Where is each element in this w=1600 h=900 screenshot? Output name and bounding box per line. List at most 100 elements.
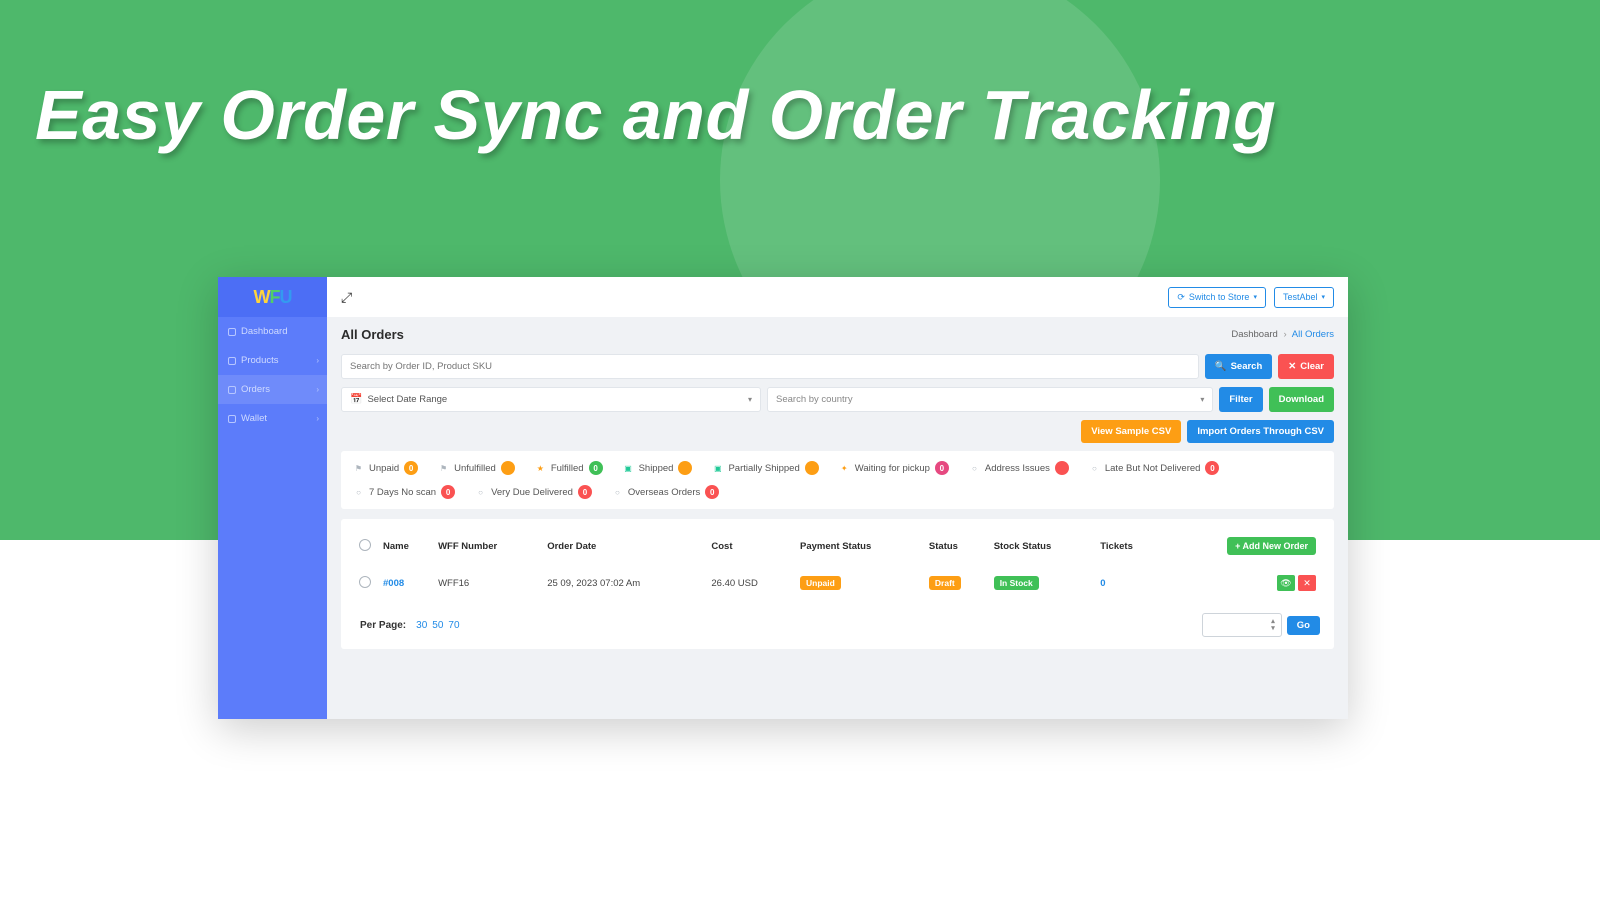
per-page-options: Per Page:305070 — [355, 620, 460, 631]
status-count-badge: 0 — [935, 461, 949, 475]
status-count-badge: 0 — [441, 485, 455, 499]
hero-title: Easy Order Sync and Order Tracking — [35, 75, 1276, 155]
search-button[interactable]: 🔍Search — [1205, 354, 1273, 379]
chevron-down-icon: ▾ — [1200, 395, 1204, 404]
status-label: Shipped — [639, 463, 674, 474]
clear-button[interactable]: ✕Clear — [1278, 354, 1334, 379]
sidebar-item-label: Products — [241, 355, 279, 366]
truck-icon: ▣ — [712, 463, 723, 474]
tickets-link[interactable]: 0 — [1100, 578, 1105, 589]
status-filter-fulfilled[interactable]: ★Fulfilled0 — [535, 461, 603, 475]
sidebar-item-orders[interactable]: Orders › — [218, 375, 327, 404]
col-tickets: Tickets — [1096, 531, 1162, 567]
topbar: ⤢ ⟳ Switch to Store ▾ TestAbel ▾ — [327, 277, 1348, 317]
circle-icon: ○ — [353, 487, 364, 498]
status-filter-overseas-orders[interactable]: ○Overseas Orders0 — [612, 485, 719, 499]
sidebar-item-label: Wallet — [241, 413, 267, 424]
status-filter-7-days-no-scan[interactable]: ○ 7 Days No scan 0 — [353, 485, 455, 499]
cell-date: 25 09, 2023 07:02 Am — [543, 567, 707, 599]
status-label: Unpaid — [369, 463, 399, 474]
per-page-30[interactable]: 30 — [416, 620, 427, 631]
per-page-50[interactable]: 50 — [432, 620, 443, 631]
cell-cost: 26.40 USD — [707, 567, 796, 599]
row-checkbox[interactable] — [359, 576, 371, 588]
select-all-checkbox[interactable] — [359, 539, 371, 551]
fullscreen-icon[interactable]: ⤢ — [341, 289, 352, 306]
nav-icon — [228, 415, 236, 423]
per-page-70[interactable]: 70 — [448, 620, 459, 631]
status-label: 7 Days No scan — [369, 487, 436, 498]
status-filter-unpaid[interactable]: ⚑Unpaid0 — [353, 461, 418, 475]
switch-store-button[interactable]: ⟳ Switch to Store ▾ — [1168, 287, 1266, 308]
add-new-order-button[interactable]: + Add New Order — [1227, 537, 1316, 555]
go-button[interactable]: Go — [1287, 616, 1320, 635]
orders-table-panel: Name WFF Number Order Date Cost Payment … — [341, 519, 1334, 649]
app-window: WFU Dashboard Products› Orders › Wallet› ⤢ ⟳… — [218, 277, 1348, 719]
country-select[interactable]: Search by country ▾ — [767, 387, 1213, 412]
sidebar-item-dashboard[interactable]: Dashboard — [218, 317, 327, 346]
status-label: Unfulfilled — [454, 463, 496, 474]
circle-icon: ○ — [475, 487, 486, 498]
chevron-right-icon: › — [316, 385, 319, 394]
view-sample-csv-button[interactable]: View Sample CSV — [1081, 420, 1181, 443]
refresh-icon: ⟳ — [1177, 292, 1185, 303]
col-cost: Cost — [707, 531, 796, 567]
close-icon: ✕ — [1288, 361, 1296, 372]
delete-button[interactable]: ✕ — [1298, 575, 1316, 591]
download-button[interactable]: Download — [1269, 387, 1334, 412]
breadcrumb-current: All Orders — [1292, 329, 1334, 340]
user-menu-button[interactable]: TestAbel ▾ — [1274, 287, 1334, 308]
chevron-down-icon: ▾ — [748, 395, 752, 404]
col-wff: WFF Number — [434, 531, 543, 567]
view-button[interactable]: 👁 — [1277, 575, 1295, 591]
order-name-link[interactable]: #008 — [383, 578, 404, 589]
col-payment: Payment Status — [796, 531, 925, 567]
status-count-badge — [805, 461, 819, 475]
main-area: ⤢ ⟳ Switch to Store ▾ TestAbel ▾ All Ord… — [327, 277, 1348, 719]
chevron-down-icon: ▾ — [1253, 293, 1257, 301]
breadcrumb-root[interactable]: Dashboard — [1231, 329, 1277, 340]
date-range-select[interactable]: 📅 Select Date Range ▾ — [341, 387, 761, 412]
status-label: Waiting for pickup — [855, 463, 930, 474]
filter-button[interactable]: Filter — [1219, 387, 1262, 412]
sidebar-item-label: Dashboard — [241, 326, 287, 337]
search-icon: 🔍 — [1215, 361, 1227, 372]
status-filter-unfulfilled[interactable]: ⚑ Unfulfilled — [438, 461, 515, 475]
search-input[interactable] — [341, 354, 1199, 379]
status-filter-late-but-not-delivered[interactable]: ○Late But Not Delivered0 — [1089, 461, 1220, 475]
col-stock: Stock Status — [990, 531, 1097, 567]
cell-wff: WFF16 — [434, 567, 543, 599]
col-status: Status — [925, 531, 990, 567]
status-tag: Draft — [929, 576, 961, 590]
circle-icon: ○ — [969, 463, 980, 474]
flag-icon: ⚑ — [438, 463, 449, 474]
orders-table: Name WFF Number Order Date Cost Payment … — [355, 531, 1320, 599]
status-label: Fulfilled — [551, 463, 584, 474]
sidebar-item-products[interactable]: Products› — [218, 346, 327, 375]
page-number-input[interactable]: ▴▾ — [1202, 613, 1282, 637]
truck-icon: ▣ — [623, 463, 634, 474]
import-csv-button[interactable]: Import Orders Through CSV — [1187, 420, 1334, 443]
status-count-badge: 0 — [705, 485, 719, 499]
status-label: Address Issues — [985, 463, 1050, 474]
payment-status-tag: Unpaid — [800, 576, 841, 590]
table-row: #008 WFF1625 09, 2023 07:02 Am26.40 USD Un… — [355, 567, 1320, 599]
status-count-badge: 0 — [578, 485, 592, 499]
star-icon: ★ — [535, 463, 546, 474]
status-label: Overseas Orders — [628, 487, 700, 498]
status-count-badge — [1055, 461, 1069, 475]
calendar-icon: 📅 — [350, 394, 362, 405]
stock-status-tag: In Stock — [994, 576, 1039, 590]
sidebar-item-wallet[interactable]: Wallet› — [218, 404, 327, 433]
status-filter-address-issues[interactable]: ○ Address Issues — [969, 461, 1069, 475]
status-count-badge: 0 — [1205, 461, 1219, 475]
sidebar-item-label: Orders — [241, 384, 270, 395]
status-filter-waiting-for-pickup[interactable]: ✦Waiting for pickup0 — [839, 461, 949, 475]
chevron-down-icon: ▾ — [1321, 293, 1325, 301]
status-filter-very-due-delivered[interactable]: ○Very Due Delivered0 — [475, 485, 592, 499]
col-date: Order Date — [543, 531, 707, 567]
status-filter-partially-shipped[interactable]: ▣Partially Shipped — [712, 461, 818, 475]
status-filter-shipped[interactable]: ▣ Shipped — [623, 461, 693, 475]
status-filter-panel: ⚑Unpaid0⚑Unfulfilled★Fulfilled0▣Shipped▣… — [341, 451, 1334, 509]
logo: WFU — [218, 277, 327, 317]
